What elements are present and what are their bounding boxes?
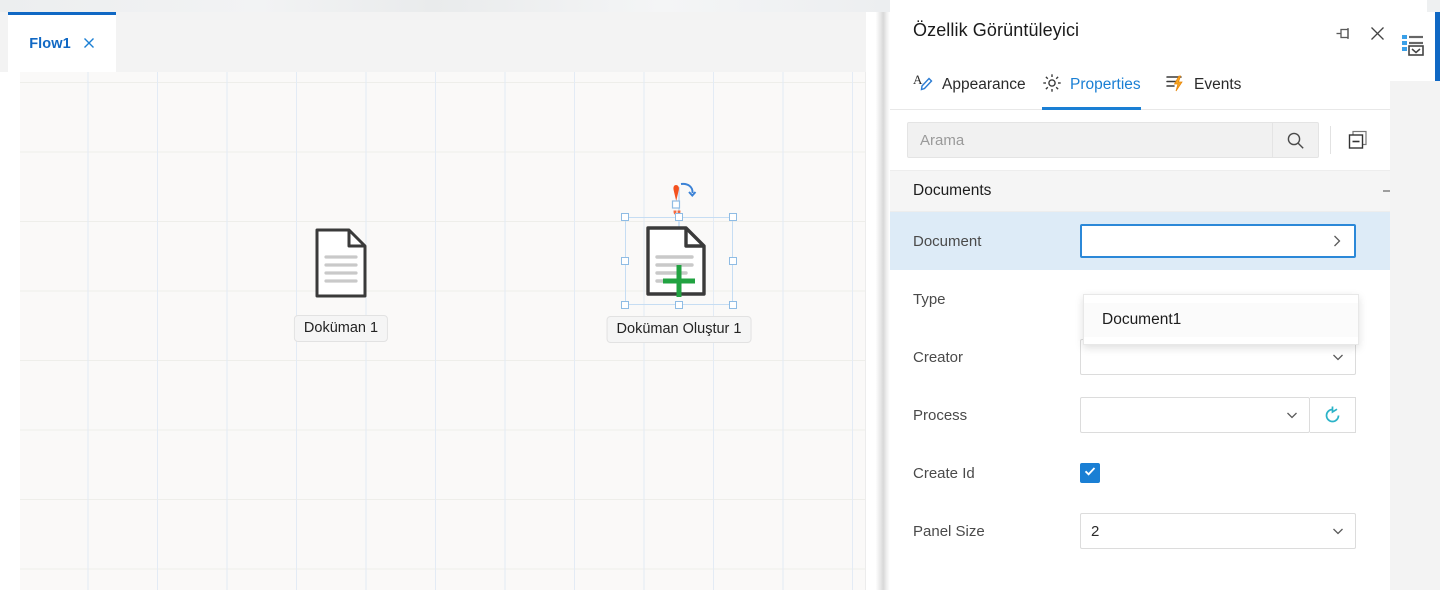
chevron-down-icon[interactable] bbox=[1331, 350, 1345, 364]
panel-search-row bbox=[890, 110, 1427, 170]
group-documents-title: Documents bbox=[913, 182, 991, 200]
document-picker[interactable] bbox=[1080, 224, 1356, 258]
events-icon bbox=[1165, 72, 1186, 98]
resize-handle-se[interactable] bbox=[729, 301, 737, 309]
panel-tabs: A Appearance bbox=[890, 62, 1427, 110]
collapse-all-icon[interactable] bbox=[1345, 128, 1371, 152]
chevron-right-icon[interactable] bbox=[1330, 234, 1344, 248]
panel-splitter[interactable] bbox=[866, 12, 890, 590]
tab-flow1-label: Flow1 bbox=[29, 36, 71, 52]
app-root: Flow1 bbox=[0, 0, 1440, 590]
resize-handle-ne[interactable] bbox=[729, 213, 737, 221]
document-icon bbox=[313, 227, 369, 299]
flow-canvas[interactable]: Doküman 1 bbox=[20, 72, 866, 590]
flow-editor: Flow1 bbox=[0, 12, 880, 590]
property-field-panel-size[interactable]: 2 bbox=[1080, 513, 1356, 549]
resize-handle-nw[interactable] bbox=[621, 213, 629, 221]
property-label-process: Process bbox=[890, 407, 1080, 424]
resize-handle-sw[interactable] bbox=[621, 301, 629, 309]
rail-active-indicator bbox=[1435, 12, 1440, 81]
close-icon[interactable] bbox=[1365, 22, 1389, 44]
property-row-panel-size[interactable]: Panel Size 2 bbox=[890, 502, 1427, 560]
panel-header: Özellik Görüntüleyici bbox=[890, 0, 1427, 62]
create-id-checkbox[interactable] bbox=[1080, 463, 1100, 483]
document-add-icon bbox=[642, 225, 718, 301]
right-rail bbox=[1390, 12, 1440, 590]
property-row-document[interactable]: Document bbox=[890, 212, 1427, 270]
svg-text:A: A bbox=[913, 72, 923, 87]
property-field-process[interactable] bbox=[1080, 397, 1356, 433]
chevron-down-icon[interactable] bbox=[1285, 408, 1299, 422]
property-label-document: Document bbox=[890, 233, 1080, 250]
search-icon[interactable] bbox=[1272, 123, 1318, 157]
tab-appearance[interactable]: A Appearance bbox=[913, 62, 1026, 110]
property-label-create-id: Create Id bbox=[890, 465, 1080, 482]
canvas-node-document1-label: Doküman 1 bbox=[294, 315, 388, 342]
tab-flow1-close-icon[interactable] bbox=[83, 37, 95, 51]
tab-flow1[interactable]: Flow1 bbox=[8, 12, 116, 72]
tab-events-label: Events bbox=[1194, 76, 1241, 94]
property-row-create-id[interactable]: Create Id bbox=[890, 444, 1427, 502]
refresh-icon[interactable] bbox=[1310, 397, 1356, 433]
document-dropdown-list[interactable]: Document1 bbox=[1083, 294, 1359, 345]
tab-appearance-label: Appearance bbox=[942, 76, 1026, 94]
resize-handle-n[interactable] bbox=[675, 213, 683, 221]
tab-properties-label: Properties bbox=[1070, 76, 1141, 94]
editor-tabstrip: Flow1 bbox=[0, 12, 880, 72]
tab-properties[interactable]: Properties bbox=[1042, 62, 1141, 110]
canvas-node-document1[interactable]: Doküman 1 bbox=[285, 227, 397, 357]
search-input[interactable] bbox=[908, 123, 1272, 157]
rotate-handle-icon[interactable] bbox=[668, 181, 702, 215]
process-dropdown[interactable] bbox=[1080, 397, 1310, 433]
property-label-type: Type bbox=[890, 291, 1080, 308]
canvas-node-create-document1-label: Doküman Oluştur 1 bbox=[607, 316, 752, 343]
gear-icon bbox=[1042, 73, 1062, 98]
tab-events[interactable]: Events bbox=[1165, 62, 1241, 110]
resize-handle-s[interactable] bbox=[675, 301, 683, 309]
resize-handle-w[interactable] bbox=[621, 257, 629, 265]
property-row-process[interactable]: Process bbox=[890, 386, 1427, 444]
appearance-icon: A bbox=[913, 72, 934, 98]
chevron-down-icon[interactable] bbox=[1331, 524, 1345, 538]
search-separator bbox=[1330, 126, 1331, 154]
panel-title: Özellik Görüntüleyici bbox=[913, 20, 1079, 41]
pin-icon[interactable] bbox=[1331, 22, 1355, 44]
property-label-creator: Creator bbox=[890, 349, 1080, 366]
rail-item-properties[interactable] bbox=[1390, 12, 1435, 81]
properties-list-icon bbox=[1400, 31, 1426, 62]
canvas-node-create-document1[interactable]: Doküman Oluştur 1 bbox=[580, 197, 760, 357]
check-icon bbox=[1083, 464, 1097, 483]
property-label-panel-size: Panel Size bbox=[890, 523, 1080, 540]
property-field-create-id[interactable] bbox=[1080, 463, 1100, 483]
resize-handle-e[interactable] bbox=[729, 257, 737, 265]
group-documents[interactable]: Documents bbox=[890, 170, 1427, 212]
panel-size-dropdown-value: 2 bbox=[1091, 523, 1331, 540]
dropdown-option-document1[interactable]: Document1 bbox=[1084, 303, 1358, 337]
search-box[interactable] bbox=[907, 122, 1319, 158]
panel-size-dropdown[interactable]: 2 bbox=[1080, 513, 1356, 549]
property-field-document[interactable] bbox=[1080, 224, 1356, 258]
